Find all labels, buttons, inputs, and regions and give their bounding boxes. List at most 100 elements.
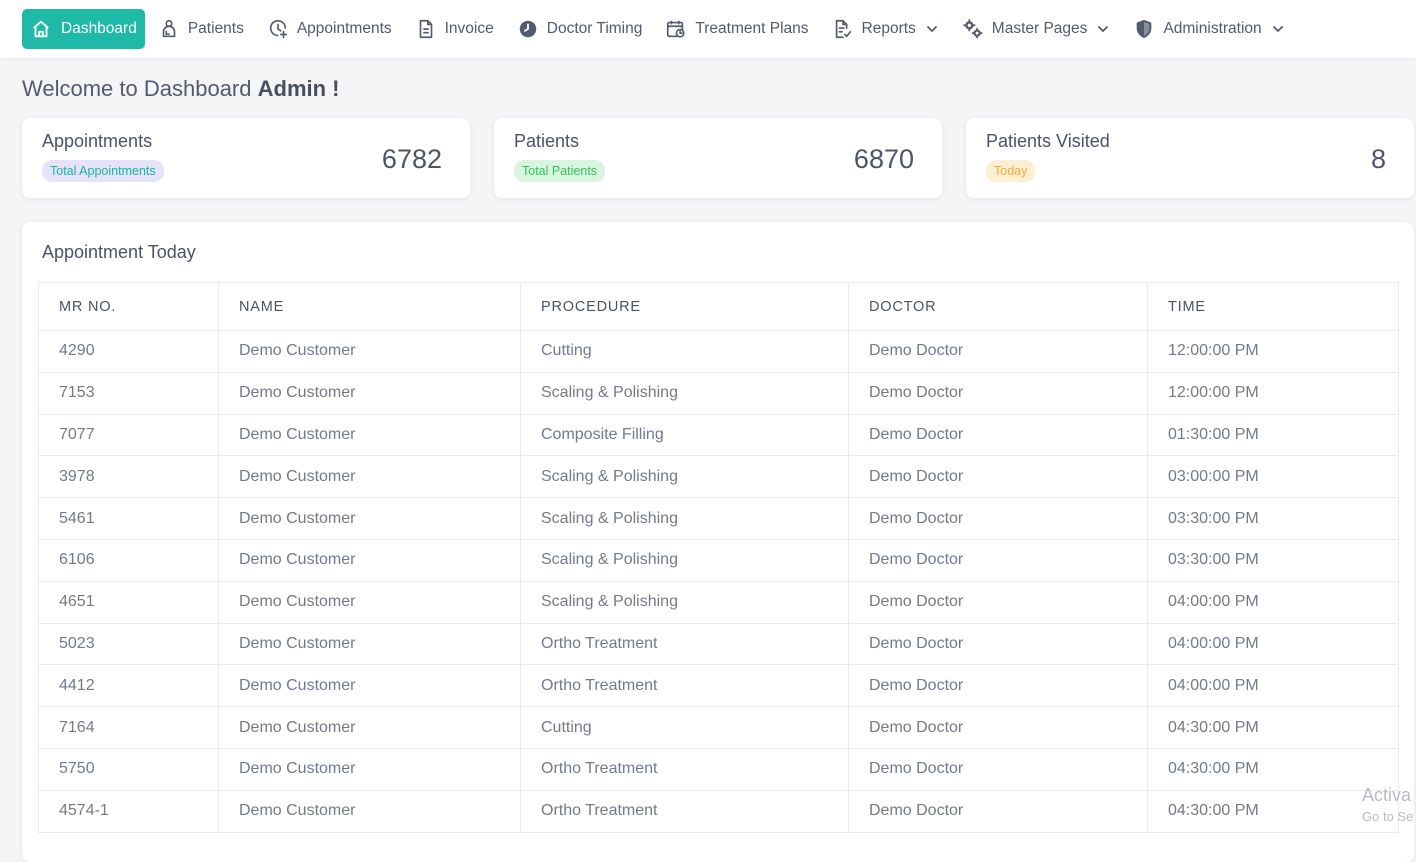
nav-administration[interactable]: Administration — [1123, 9, 1294, 49]
welcome-user: Admin ! — [257, 76, 340, 101]
table-row[interactable]: 5023 Demo Customer Ortho Treatment Demo Doc… — [38, 622, 1399, 666]
table-row[interactable]: 5750 Demo Customer Ortho Treatment Demo Doc… — [38, 747, 1399, 791]
nav-reports[interactable]: Reports — [822, 9, 949, 49]
column-header-name[interactable]: NAME — [218, 282, 521, 331]
cell-mr-no: 5023 — [38, 622, 219, 666]
status-badge: Total Appointments — [42, 160, 164, 182]
document-icon — [415, 18, 437, 40]
cell-name: Demo Customer — [218, 789, 521, 833]
table-row[interactable]: 7164 Demo Customer Cutting Demo Doctor 04:30… — [38, 706, 1399, 749]
appointment-today-panel: Appointment Today MR NO. NAME PROCEDURE … — [22, 222, 1414, 862]
table-row[interactable]: 5461 Demo Customer Scaling & Polishing Demo… — [38, 497, 1399, 540]
cell-procedure: Composite Filling — [520, 413, 849, 457]
watermark-line2: Go to Se — [1362, 809, 1414, 824]
nav-label: Reports — [861, 20, 916, 37]
cell-mr-no: 5750 — [38, 747, 219, 791]
column-header-mr-no[interactable]: MR NO. — [38, 282, 219, 331]
cell-name: Demo Customer — [218, 330, 521, 373]
cell-name: Demo Customer — [218, 747, 521, 791]
cell-doctor: Demo Doctor — [848, 706, 1148, 749]
patient-icon — [158, 18, 180, 40]
cell-procedure: Scaling & Polishing — [520, 455, 849, 499]
card-title: Appointments — [42, 131, 153, 151]
cell-time: 04:00:00 PM — [1147, 580, 1399, 624]
table-row[interactable]: 4574-1 Demo Customer Ortho Treatment Demo D… — [38, 789, 1399, 833]
cell-mr-no: 3978 — [38, 455, 219, 499]
cell-time: 04:30:00 PM — [1147, 747, 1399, 791]
cell-mr-no: 6106 — [38, 538, 219, 582]
cell-doctor: Demo Doctor — [848, 622, 1148, 666]
page-title: Welcome to Dashboard Admin ! — [22, 76, 340, 102]
cell-time: 04:00:00 PM — [1147, 664, 1399, 708]
table-row[interactable]: 4651 Demo Customer Scaling & Polishing Demo… — [38, 580, 1399, 624]
table-row[interactable]: 7077 Demo Customer Composite Filling Demo D… — [38, 413, 1399, 457]
report-icon — [832, 18, 854, 40]
chevron-down-icon — [1096, 22, 1110, 36]
table-row[interactable]: 4412 Demo Customer Ortho Treatment Demo Doc… — [38, 664, 1399, 708]
nav-label: Invoice — [444, 20, 494, 37]
panel-title: Appointment Today — [42, 242, 196, 262]
cell-mr-no: 4651 — [38, 580, 219, 624]
watermark-line1: Activa — [1362, 785, 1412, 805]
cell-name: Demo Customer — [218, 497, 521, 540]
shield-icon — [1133, 18, 1155, 40]
chevron-down-icon — [925, 22, 939, 36]
table-row[interactable]: 7153 Demo Customer Scaling & Polishing Demo… — [38, 371, 1399, 415]
nav-dashboard[interactable]: Dashboard — [22, 9, 145, 49]
clock-icon — [517, 18, 539, 40]
cell-procedure: Ortho Treatment — [520, 789, 849, 833]
nav-label: Doctor Timing — [546, 20, 643, 37]
column-header-procedure[interactable]: PROCEDURE — [520, 282, 849, 331]
cell-time: 04:30:00 PM — [1147, 789, 1399, 833]
cell-doctor: Demo Doctor — [848, 497, 1148, 540]
cell-procedure: Ortho Treatment — [520, 622, 849, 666]
cell-doctor: Demo Doctor — [848, 413, 1148, 457]
table-row[interactable]: 6106 Demo Customer Scaling & Polishing Demo… — [38, 538, 1399, 582]
cell-mr-no: 7077 — [38, 413, 219, 457]
cell-doctor: Demo Doctor — [848, 538, 1148, 582]
cell-doctor: Demo Doctor — [848, 330, 1148, 373]
nav-doctor-timing[interactable]: Doctor Timing — [507, 9, 653, 49]
cell-name: Demo Customer — [218, 706, 521, 749]
appointments-table: MR NO. NAME PROCEDURE DOCTOR TIME 4290 De… — [38, 282, 1399, 833]
nav-appointments[interactable]: Appointments — [257, 9, 402, 49]
nav-label: Appointments — [296, 20, 392, 37]
table-row[interactable]: 3978 Demo Customer Scaling & Polishing Demo… — [38, 455, 1399, 499]
gears-icon — [962, 18, 984, 40]
cell-name: Demo Customer — [218, 455, 521, 499]
cell-name: Demo Customer — [218, 622, 521, 666]
card-patients-visited: Patients Visited Today 8 — [966, 118, 1414, 198]
cell-time: 12:00:00 PM — [1147, 371, 1399, 415]
nav-master-pages[interactable]: Master Pages — [952, 9, 1121, 49]
column-header-time[interactable]: TIME — [1147, 282, 1399, 331]
card-title: Patients Visited — [986, 131, 1110, 151]
cell-name: Demo Customer — [218, 413, 521, 457]
card-value: 8 — [1370, 144, 1386, 174]
welcome-prefix: Welcome to Dashboard — [22, 76, 252, 101]
nav-patients[interactable]: Patients — [148, 9, 254, 49]
table-row[interactable]: 4290 Demo Customer Cutting Demo Doctor 12:00… — [38, 330, 1399, 373]
cell-procedure: Scaling & Polishing — [520, 580, 849, 624]
nav-invoice[interactable]: Invoice — [405, 9, 504, 49]
cell-mr-no: 4574-1 — [38, 789, 219, 833]
card-value: 6870 — [853, 144, 914, 174]
nav-label: Patients — [187, 20, 244, 37]
cell-procedure: Cutting — [520, 330, 849, 373]
cell-mr-no: 5461 — [38, 497, 219, 540]
card-title: Patients — [514, 131, 580, 151]
chevron-down-icon — [1271, 22, 1285, 36]
cell-doctor: Demo Doctor — [848, 371, 1148, 415]
calendar-clock-icon — [665, 18, 687, 40]
cell-mr-no: 4412 — [38, 664, 219, 708]
card-patients: Patients Total Patients 6870 — [494, 118, 942, 198]
cell-doctor: Demo Doctor — [848, 455, 1148, 499]
cell-procedure: Scaling & Polishing — [520, 497, 849, 540]
cell-procedure: Ortho Treatment — [520, 747, 849, 791]
cell-time: 12:00:00 PM — [1147, 330, 1399, 373]
nav-treatment-plans[interactable]: Treatment Plans — [655, 9, 818, 49]
cell-time: 04:30:00 PM — [1147, 706, 1399, 749]
home-icon — [30, 18, 52, 40]
cell-time: 04:00:00 PM — [1147, 622, 1399, 666]
column-header-doctor[interactable]: DOCTOR — [848, 282, 1148, 331]
cell-mr-no: 4290 — [38, 330, 219, 373]
